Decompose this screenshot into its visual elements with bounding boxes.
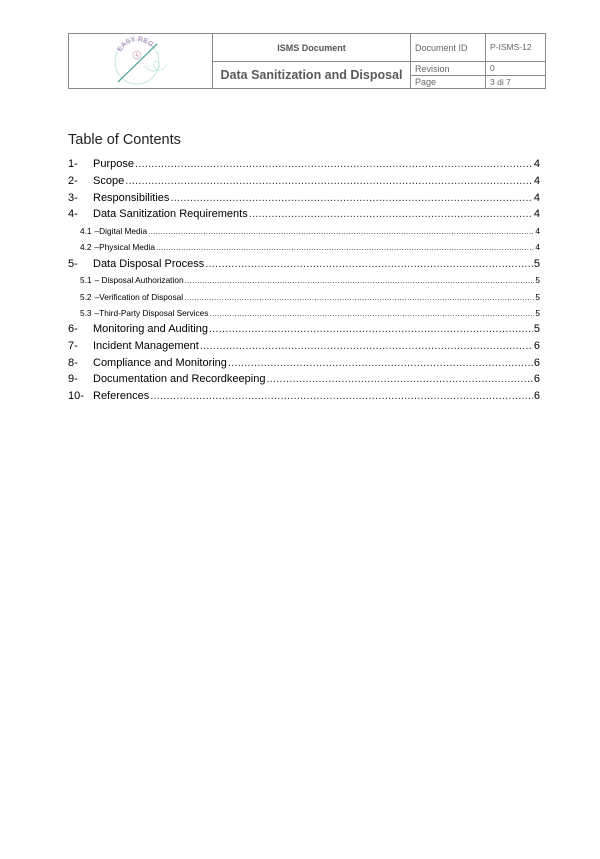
toc-entry-number: 1-	[68, 158, 78, 170]
toc-entry-title[interactable]: Documentation and Recordkeeping	[93, 371, 265, 388]
toc-entry[interactable]: 10- References 6	[68, 388, 540, 405]
toc-dot-leader	[150, 388, 533, 405]
toc-entry-number: 4-	[68, 208, 78, 221]
toc-dot-leader	[209, 321, 533, 338]
toc-entry[interactable]: 5.1 – Disposal Authorization 5	[68, 272, 540, 288]
toc-entry-number: 10-	[68, 390, 84, 403]
toc-entry-page: 4	[533, 208, 540, 221]
toc-entry[interactable]: 8- Compliance and Monitoring 6	[68, 355, 540, 372]
toc-entry-title[interactable]: Compliance and Monitoring	[93, 355, 227, 372]
toc-entry-page: 4	[535, 226, 540, 237]
svg-text:EASY REG: EASY REG	[116, 36, 154, 53]
toc-entry-title[interactable]: –Digital Media	[95, 223, 148, 239]
toc-entry-page: 6	[533, 356, 540, 369]
toc-entry-title[interactable]: Responsibilities	[93, 190, 169, 207]
toc-entry-page: 5	[535, 307, 540, 318]
toc-entry-title[interactable]: Scope	[93, 173, 124, 190]
toc-entry-title[interactable]: –Third-Party Disposal Services	[95, 305, 209, 321]
logo-cell: EASY REG	[68, 33, 213, 89]
toc-dot-leader	[170, 190, 532, 207]
toc-entry-page: 6	[533, 339, 540, 352]
doc-title: Data Sanitization and Disposal	[212, 61, 411, 89]
toc-entry-page: 6	[533, 390, 540, 403]
toc-dot-leader	[148, 223, 534, 239]
toc-entry-number: 9-	[68, 373, 78, 386]
revision-value: 0	[485, 61, 546, 76]
toc-entry-title[interactable]: Data Sanitization Requirements	[93, 206, 248, 223]
toc-entry-number: 4.2	[80, 242, 92, 253]
toc-entry-title[interactable]: –Verification of Disposal	[95, 289, 184, 305]
toc-entry[interactable]: 5.2 –Verification of Disposal 5	[68, 289, 540, 305]
toc-entry[interactable]: 7- Incident Management 6	[68, 338, 540, 355]
doc-type: ISMS Document	[212, 33, 411, 62]
toc-entry-number: 4.1	[80, 226, 92, 237]
document-header-table: EASY REG ISMS Document Document ID P-ISM…	[68, 33, 546, 89]
toc-entry-page: 4	[533, 174, 540, 187]
toc-entry[interactable]: 2- Scope 4	[68, 173, 540, 190]
toc-entry-number: 7-	[68, 339, 78, 352]
toc-entry-title[interactable]: – Disposal Authorization	[95, 272, 184, 288]
toc-entry[interactable]: 6- Monitoring and Auditing 5	[68, 321, 540, 338]
toc-entry-number: 2-	[68, 174, 78, 187]
toc-dot-leader	[266, 371, 532, 388]
toc-entry-number: 3-	[68, 191, 78, 204]
toc-entry-title[interactable]: Data Disposal Process	[93, 256, 204, 273]
toc-dot-leader	[184, 289, 534, 305]
toc-entry-number: 6-	[68, 322, 78, 335]
toc-entry-page: 5	[533, 322, 540, 335]
toc-entry-page: 4	[535, 242, 540, 253]
toc-entry[interactable]: 4.2 –Physical Media 4	[68, 239, 540, 255]
toc-dot-leader	[249, 206, 533, 223]
toc-dot-leader	[209, 305, 534, 321]
page-value: 3 di 7	[485, 75, 546, 89]
toc-entry-number: 5-	[68, 257, 78, 270]
toc-dot-leader	[125, 173, 533, 190]
toc-entry-number: 5.1	[80, 275, 92, 286]
toc-entry-page: 4	[533, 158, 540, 170]
table-of-contents: 1- Purpose 4 2- Scope 4 3- Responsibilities 4 4- D…	[68, 156, 540, 405]
toc-entry-number: 5.2	[80, 291, 92, 302]
toc-title: Table of Contents	[68, 132, 181, 148]
logo-text: EASY REG	[116, 36, 154, 53]
toc-entry-page: 5	[535, 275, 540, 286]
toc-entry-page: 6	[533, 373, 540, 386]
toc-entry[interactable]: 5.3 –Third-Party Disposal Services 5	[68, 305, 540, 321]
toc-dot-leader	[156, 239, 534, 255]
toc-entry[interactable]: 5- Data Disposal Process 5	[68, 256, 540, 273]
toc-dot-leader	[185, 272, 535, 288]
document-id-value: P-ISMS-12	[485, 33, 546, 62]
toc-entry-title[interactable]: –Physical Media	[95, 239, 155, 255]
toc-entry-title[interactable]: Monitoring and Auditing	[93, 321, 208, 338]
toc-entry-number: 8-	[68, 356, 78, 369]
toc-entry-page: 5	[533, 257, 540, 270]
toc-entry-page: 5	[535, 291, 540, 302]
toc-entry[interactable]: 9- Documentation and Recordkeeping 6	[68, 371, 540, 388]
toc-entry[interactable]: 3- Responsibilities 4	[68, 190, 540, 207]
toc-entry[interactable]: 4- Data Sanitization Requirements 4	[68, 206, 540, 223]
toc-entry-number: 5.3	[80, 307, 92, 318]
toc-dot-leader	[228, 355, 533, 372]
toc-entry[interactable]: 1- Purpose 4	[68, 156, 540, 173]
toc-entry-title[interactable]: Incident Management	[93, 338, 199, 355]
toc-dot-leader	[200, 338, 533, 355]
toc-entry-title[interactable]: References	[93, 388, 149, 405]
toc-entry-title[interactable]: Purpose	[93, 156, 134, 173]
easy-reg-logo-icon: EASY REG	[114, 36, 167, 85]
toc-entry[interactable]: 4.1–Digital Media 4	[68, 223, 540, 239]
toc-dot-leader	[135, 156, 533, 173]
document-id-label: Document ID	[410, 33, 486, 62]
toc-dot-leader	[205, 256, 533, 273]
toc-entry-page: 4	[533, 191, 540, 204]
page-label: Page	[410, 75, 486, 89]
revision-label: Revision	[410, 61, 486, 76]
